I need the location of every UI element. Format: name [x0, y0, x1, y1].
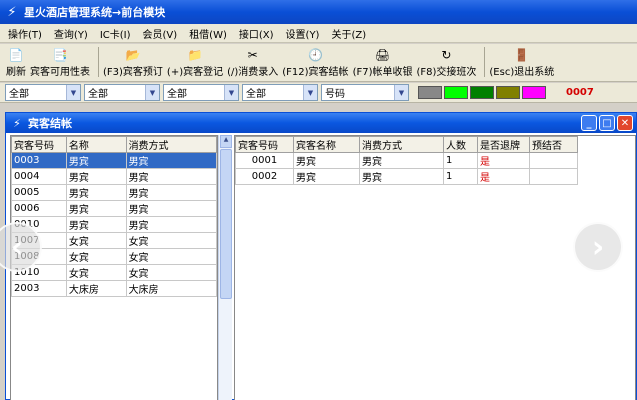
door-exit-icon: 🚪: [514, 48, 530, 62]
record-counter: 0007: [566, 87, 594, 98]
menu-member[interactable]: 会员(V): [143, 26, 178, 41]
app-title-bar: ⚡ 星火酒店管理系统→前台模块: [0, 0, 637, 24]
chevron-down-icon[interactable]: ▼: [303, 85, 317, 100]
status-swatch-darkgreen: [470, 86, 494, 99]
status-swatch-olive: [496, 86, 520, 99]
checkout-detail-table: 宾客号码 宾客名称 消费方式 人数 是否退牌 预结否 0001 男宾 男宾 1 …: [235, 136, 578, 185]
filter-select-3[interactable]: 全部 ▼: [163, 84, 239, 101]
clock-icon: 🕘: [307, 48, 323, 62]
table-header-row: 宾客号码 名称 消费方式: [11, 136, 217, 153]
close-icon[interactable]: ✕: [617, 115, 633, 131]
table-row[interactable]: 1007女宾女宾: [11, 232, 217, 249]
refresh-button[interactable]: 📄 刷新: [6, 47, 26, 81]
toolbar-separator: [98, 47, 99, 77]
col-prechecked[interactable]: 预结否: [529, 136, 578, 153]
guest-reservation-button[interactable]: 📂 (F3)宾客预订: [103, 47, 163, 81]
guest-checkout-button[interactable]: 🕘 (F12)宾客结帐: [282, 47, 348, 81]
table-row[interactable]: 2003 大床房 大床房: [11, 280, 217, 297]
table-row[interactable]: 0001 男宾 男宾 1 是: [235, 152, 578, 169]
next-arrow-icon[interactable]: ›: [573, 222, 623, 272]
col-consumption-type[interactable]: 消费方式: [359, 136, 444, 153]
guest-list-table: 宾客号码 名称 消费方式 0003 男宾 男宾 0004 男宾 男宾 0005 男宾 男宾 …: [11, 136, 217, 297]
col-guest-no[interactable]: 宾客号码: [11, 136, 67, 153]
child-window-title-bar: ⚡ 宾客结帐 _ □ ✕: [6, 113, 636, 133]
scroll-up-icon[interactable]: ▲: [220, 135, 232, 148]
guest-availability-button[interactable]: 📑 宾客可用性表: [30, 47, 90, 81]
chevron-down-icon[interactable]: ▼: [66, 85, 80, 100]
menu-rent[interactable]: 租借(W): [189, 26, 227, 41]
consumption-entry-button[interactable]: ✂ (/)消费录入: [227, 47, 278, 81]
table-row[interactable]: 1008女宾女宾: [11, 248, 217, 265]
toolbar: 📄 刷新 📑 宾客可用性表 📂 (F3)宾客预订 📁 (+)宾客登记 ✂ (/)…: [0, 44, 637, 82]
chevron-down-icon[interactable]: ▼: [224, 85, 238, 100]
window-logo-icon: ⚡: [13, 116, 21, 130]
filter-select-1[interactable]: 全部 ▼: [5, 84, 81, 101]
shift-handover-button[interactable]: ↻ (F8)交接班次: [416, 47, 476, 81]
col-returned-card[interactable]: 是否退牌: [477, 136, 530, 153]
status-swatch-green: [444, 86, 468, 99]
table-row[interactable]: 0004 男宾 男宾: [11, 168, 217, 185]
app-logo-icon: ⚡: [7, 4, 17, 20]
table-row[interactable]: 1010 女宾 女宾: [11, 264, 217, 281]
filter-select-4[interactable]: 全部 ▼: [242, 84, 318, 101]
filter-bar: 全部 ▼ 全部 ▼ 全部 ▼ 全部 ▼ 号码 ▼ 0007: [0, 83, 637, 103]
toolbar-separator: [484, 47, 486, 77]
minimize-icon[interactable]: _: [581, 115, 597, 131]
window-controls: _ □ ✕: [579, 115, 633, 131]
search-field-select[interactable]: 号码 ▼: [321, 84, 409, 101]
table-row[interactable]: 0006 男宾 男宾: [11, 200, 217, 217]
table-row[interactable]: 0003 男宾 男宾: [11, 152, 217, 169]
table-header-row: 宾客号码 宾客名称 消费方式 人数 是否退牌 预结否: [235, 136, 578, 153]
menu-interface[interactable]: 接口(X): [239, 26, 274, 41]
col-guest-no[interactable]: 宾客号码: [235, 136, 294, 153]
scissors-icon: ✂: [247, 48, 258, 62]
col-guest-count[interactable]: 人数: [443, 136, 478, 153]
folder-icon: 📁: [187, 48, 203, 62]
checkout-detail-grid[interactable]: 宾客号码 宾客名称 消费方式 人数 是否退牌 预结否 0001 男宾 男宾 1 …: [234, 135, 636, 400]
app-title: 星火酒店管理系统→前台模块: [24, 6, 166, 19]
refresh-icon: 📄: [8, 48, 24, 62]
status-swatch-magenta: [522, 86, 546, 99]
guest-list-scrollbar[interactable]: ▲: [218, 135, 232, 400]
col-name[interactable]: 名称: [65, 136, 127, 153]
menu-bar: 操作(T) 查询(Y) IC卡(I) 会员(V) 租借(W) 接口(X) 设置(…: [0, 24, 637, 43]
folder-open-icon: 📂: [125, 48, 141, 62]
bill-cashier-button[interactable]: 🖨 (F7)帐单收银: [353, 47, 413, 81]
filter-select-2[interactable]: 全部 ▼: [84, 84, 160, 101]
status-swatch-gray: [418, 86, 442, 99]
printer-icon: 🖨: [374, 48, 391, 62]
guest-checkin-button[interactable]: 📁 (+)宾客登记: [167, 47, 223, 81]
table-row[interactable]: 0010男宾男宾: [11, 216, 217, 233]
chevron-down-icon[interactable]: ▼: [394, 85, 408, 100]
table-row[interactable]: 0002 男宾 男宾 1 是: [235, 168, 578, 185]
col-guest-name[interactable]: 宾客名称: [293, 136, 360, 153]
col-consumption-type[interactable]: 消费方式: [125, 136, 217, 153]
menu-settings[interactable]: 设置(Y): [286, 26, 320, 41]
scrollbar-thumb[interactable]: [220, 149, 232, 299]
table-row[interactable]: 0005 男宾 男宾: [11, 184, 217, 201]
child-window-title: 宾客结帐: [28, 117, 72, 130]
menu-ic-card[interactable]: IC卡(I): [100, 26, 131, 41]
document-icon: 📑: [52, 48, 68, 62]
maximize-icon[interactable]: □: [599, 115, 615, 131]
chevron-down-icon[interactable]: ▼: [145, 85, 159, 100]
exit-system-button[interactable]: 🚪 (Esc)退出系统: [489, 47, 554, 81]
menu-query[interactable]: 查询(Y): [54, 26, 88, 41]
menu-about[interactable]: 关于(Z): [331, 26, 366, 41]
guest-list-grid[interactable]: 宾客号码 名称 消费方式 0003 男宾 男宾 0004 男宾 男宾 0005 男宾 男宾 …: [10, 135, 218, 400]
menu-operate[interactable]: 操作(T): [8, 26, 42, 41]
refresh-arrow-icon: ↻: [441, 48, 452, 62]
guest-checkout-window: ⚡ 宾客结帐 _ □ ✕ 宾客号码 名称 消费方式 0003 男宾 男宾 0004 男…: [5, 112, 637, 400]
